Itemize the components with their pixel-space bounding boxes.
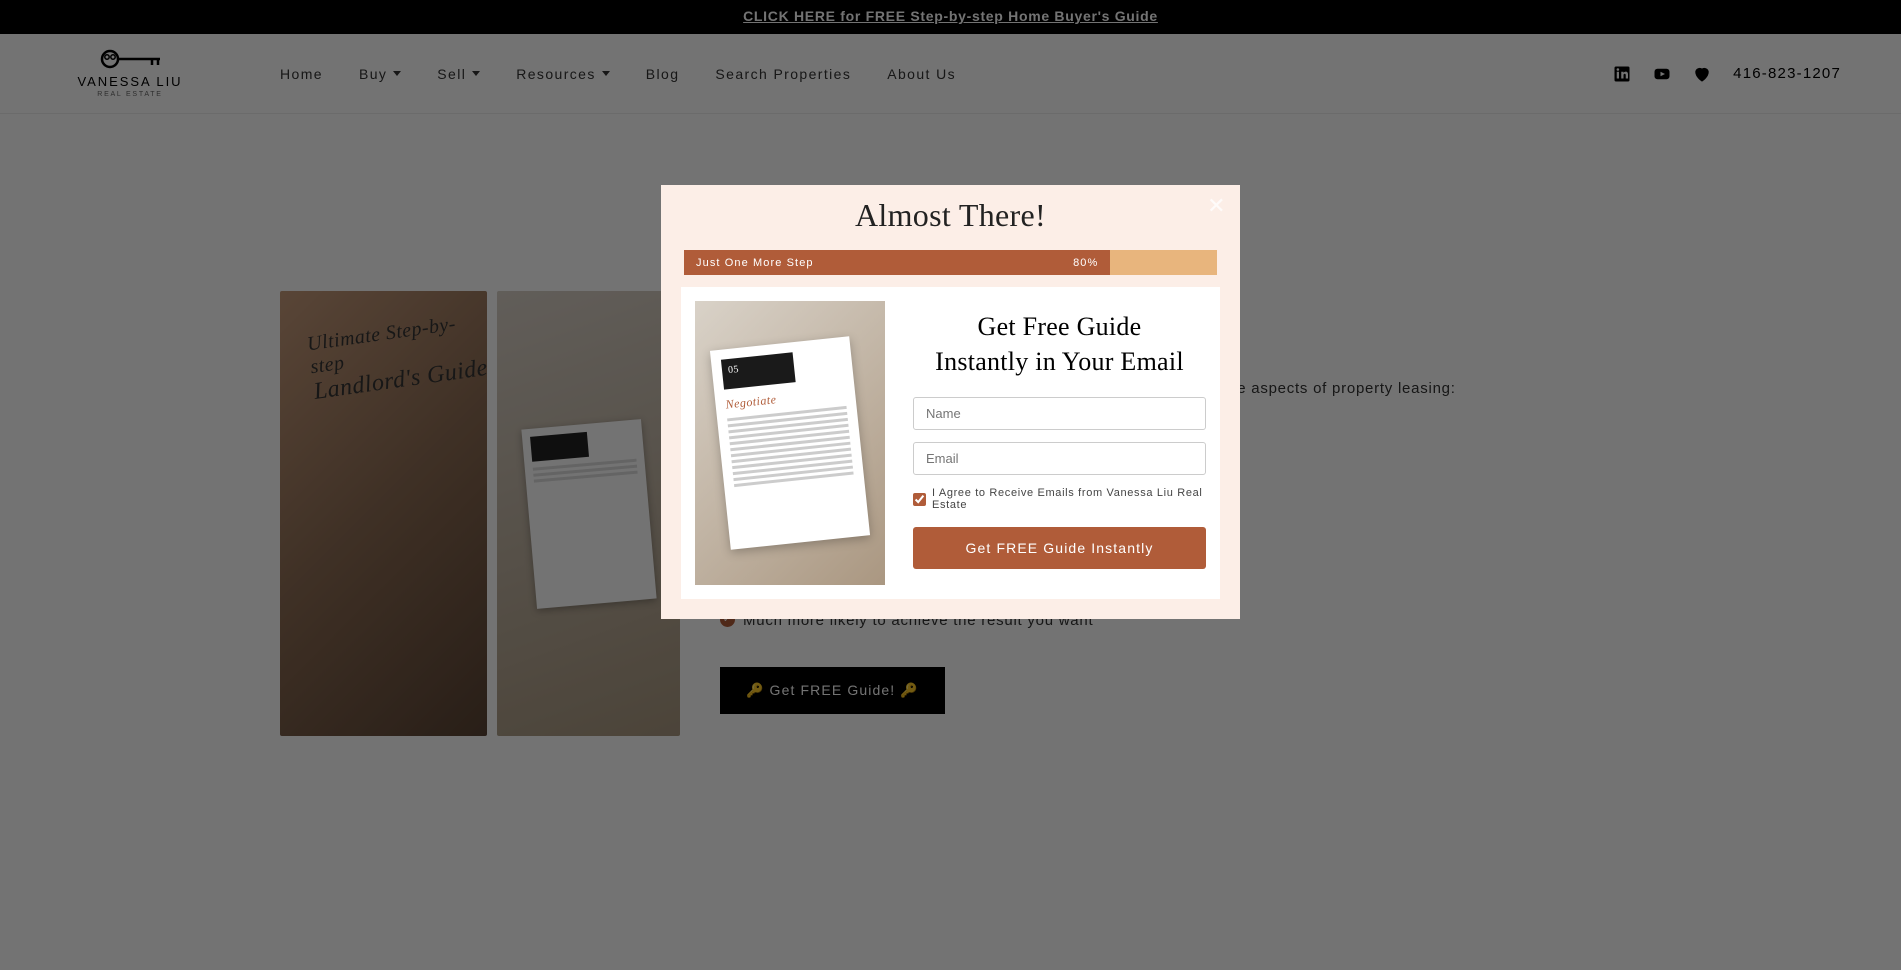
modal-guide-image: 05 Negotiate	[695, 301, 885, 585]
close-icon[interactable]: ✕	[1207, 193, 1226, 219]
progress-fill: Just One More Step 80%	[684, 250, 1110, 275]
modal-overlay[interactable]: ✕ Almost There! Just One More Step 80% 0…	[0, 0, 1901, 970]
modal: ✕ Almost There! Just One More Step 80% 0…	[661, 185, 1240, 619]
modal-form-title: Get Free Guide Instantly in Your Email	[913, 309, 1206, 379]
name-input[interactable]	[913, 397, 1206, 430]
progress-percent: 80%	[1073, 257, 1098, 269]
email-input[interactable]	[913, 442, 1206, 475]
modal-form: Get Free Guide Instantly in Your Email I…	[913, 301, 1206, 585]
progress-label: Just One More Step	[696, 257, 814, 269]
consent-checkbox[interactable]	[913, 493, 926, 506]
modal-body: 05 Negotiate Get Free Guide Instantly in…	[681, 287, 1220, 599]
progress-bar: Just One More Step 80%	[684, 250, 1217, 275]
submit-button[interactable]: Get FREE Guide Instantly	[913, 527, 1206, 569]
consent-label: I Agree to Receive Emails from Vanessa L…	[932, 487, 1206, 511]
consent-checkbox-row[interactable]: I Agree to Receive Emails from Vanessa L…	[913, 487, 1206, 511]
modal-title: Almost There!	[661, 197, 1240, 234]
